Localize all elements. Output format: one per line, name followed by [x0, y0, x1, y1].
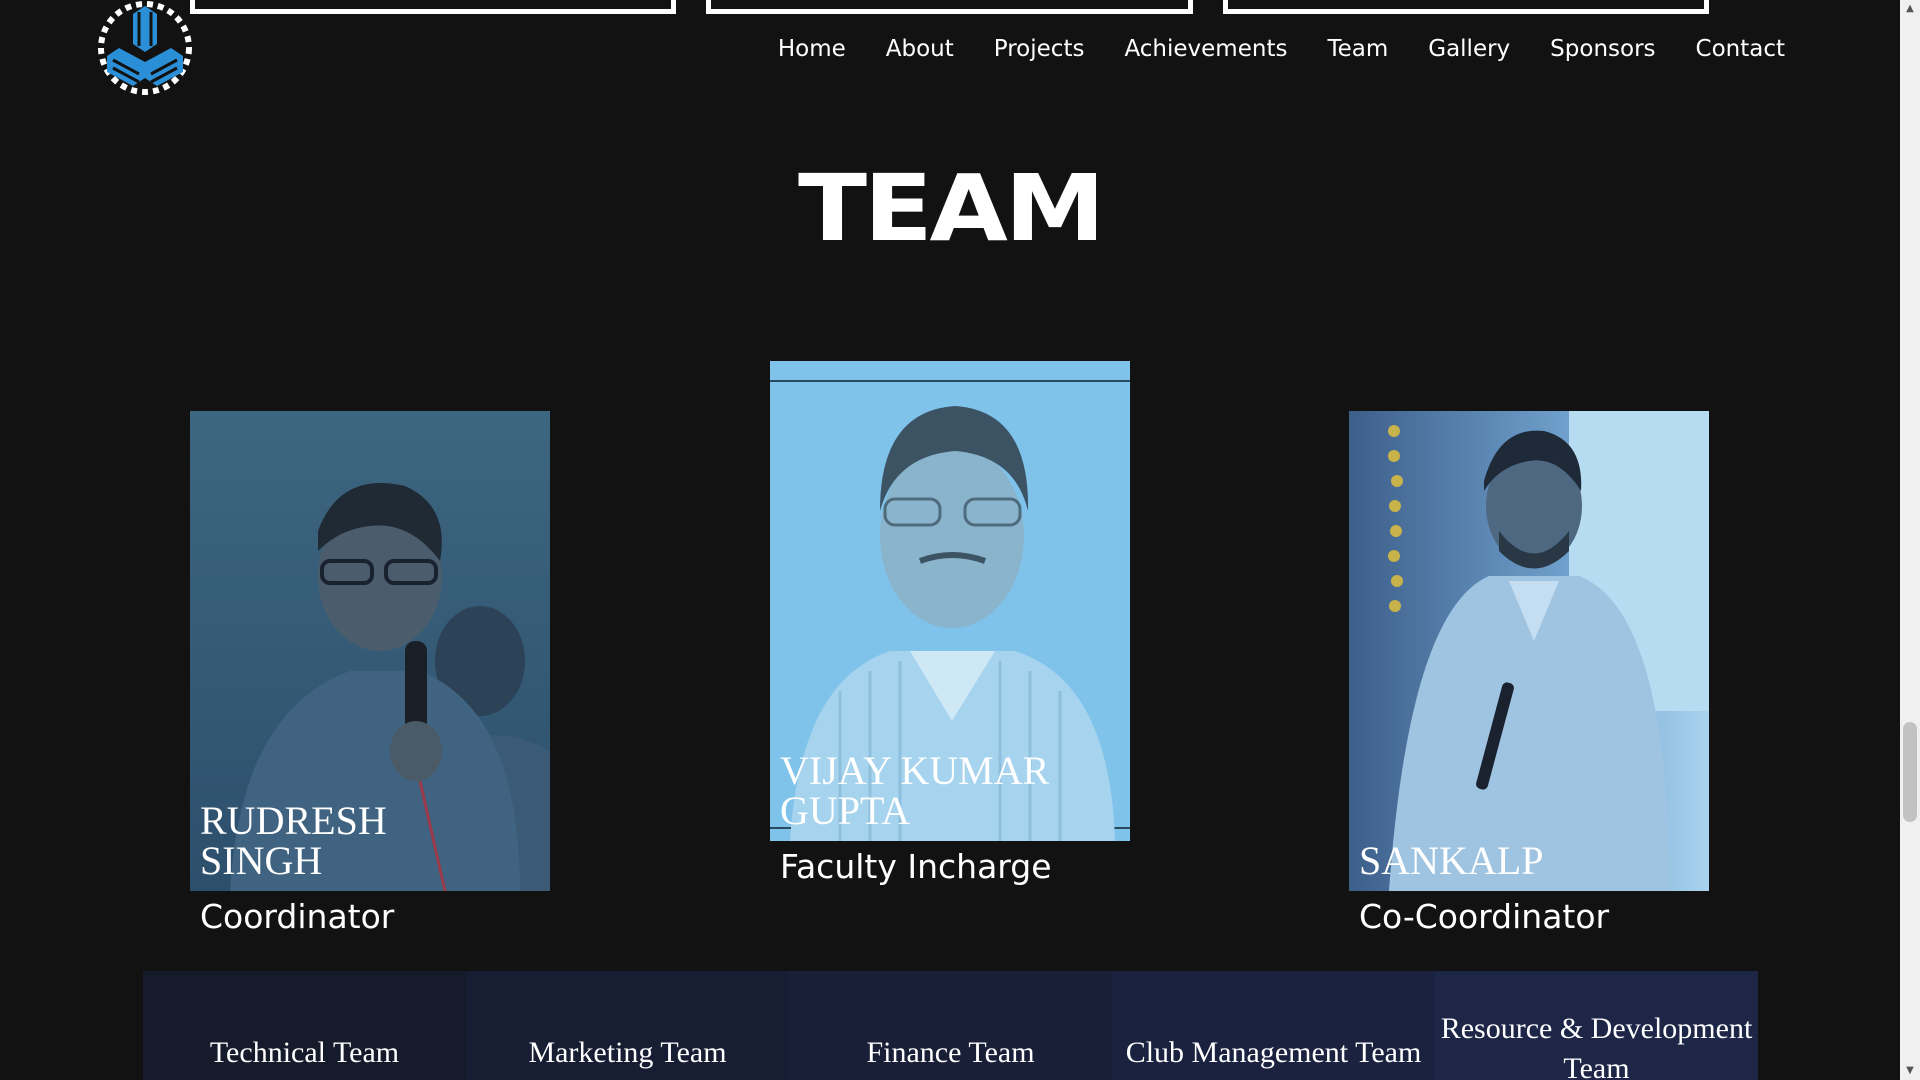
nav-contact[interactable]: Contact: [1676, 32, 1805, 66]
main-nav: Home About Projects Achievements Team Ga…: [758, 32, 1805, 66]
nav-sponsors[interactable]: Sponsors: [1530, 32, 1675, 66]
scroll-up-arrow-icon[interactable]: ▲: [1904, 3, 1916, 15]
tab-finance-team[interactable]: Finance Team: [789, 971, 1112, 1080]
member-role: Faculty Incharge: [780, 847, 1052, 886]
member-card[interactable]: SANKALP Co-Coordinator: [1349, 411, 1709, 936]
tab-resource-development-team[interactable]: Resource & Development Team: [1435, 971, 1758, 1080]
person-photo-icon: [1349, 411, 1709, 891]
member-photo: RUDRESH SINGH: [190, 411, 550, 891]
member-role: Co-Coordinator: [1359, 897, 1610, 936]
member-name: SANKALP: [1359, 838, 1544, 883]
previous-card-bottom: [190, 0, 676, 14]
member-card[interactable]: VIJAY KUMAR GUPTA Faculty Incharge: [770, 361, 1130, 886]
scroll-down-arrow-icon[interactable]: ▼: [1904, 1065, 1916, 1077]
previous-card-bottom: [706, 0, 1193, 14]
nav-team[interactable]: Team: [1307, 32, 1408, 66]
tab-marketing-team[interactable]: Marketing Team: [466, 971, 789, 1080]
gear-cube-logo-icon: [98, 1, 192, 95]
previous-card-bottom: [1223, 0, 1709, 14]
member-name: VIJAY KUMAR GUPTA: [780, 748, 1050, 833]
member-role: Coordinator: [200, 897, 395, 936]
nav-achievements[interactable]: Achievements: [1104, 32, 1307, 66]
team-tabs: Technical Team Marketing Team Finance Te…: [143, 971, 1758, 1080]
section-title: TEAM: [797, 155, 1105, 262]
member-card[interactable]: RUDRESH SINGH Coordinator: [190, 411, 550, 936]
nav-about[interactable]: About: [866, 32, 974, 66]
site-logo[interactable]: [95, 0, 195, 96]
member-name: RUDRESH SINGH: [200, 798, 387, 883]
scrollbar-thumb[interactable]: [1903, 722, 1917, 822]
nav-home[interactable]: Home: [758, 32, 866, 66]
page: Home About Projects Achievements Team Ga…: [0, 0, 1920, 1080]
tab-club-management-team[interactable]: Club Management Team: [1112, 971, 1435, 1080]
member-photo: SANKALP: [1349, 411, 1709, 891]
tab-technical-team[interactable]: Technical Team: [143, 971, 466, 1080]
nav-gallery[interactable]: Gallery: [1408, 32, 1530, 66]
member-photo: VIJAY KUMAR GUPTA: [770, 361, 1130, 841]
nav-projects[interactable]: Projects: [974, 32, 1105, 66]
page-scrollbar[interactable]: ▲ ▼: [1900, 0, 1920, 1080]
